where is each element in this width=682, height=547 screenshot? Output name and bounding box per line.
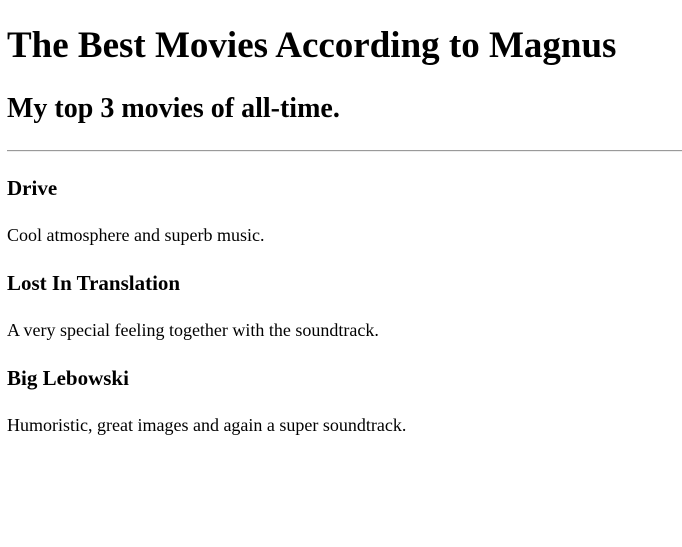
movie-item-lost-in-translation: Lost In Translation A very special feeli… (7, 246, 682, 341)
page-subtitle: My top 3 movies of all-time. (7, 93, 340, 124)
movie-title: Lost In Translation (7, 271, 181, 295)
movie-item-drive: Drive Cool atmosphere and superb music. (7, 152, 682, 246)
movie-item-big-lebowski: Big Lebowski Humoristic, great images an… (7, 341, 682, 436)
movie-title: Big Lebowski (7, 366, 129, 390)
movie-description: A very special feeling together with the… (7, 320, 379, 340)
page-content: The Best Movies According to Magnus My t… (0, 0, 682, 436)
movie-description: Cool atmosphere and superb music. (7, 225, 265, 245)
movie-description: Humoristic, great images and again a sup… (7, 415, 407, 435)
movie-title: Drive (7, 176, 58, 200)
page-title: The Best Movies According to Magnus (7, 25, 617, 66)
